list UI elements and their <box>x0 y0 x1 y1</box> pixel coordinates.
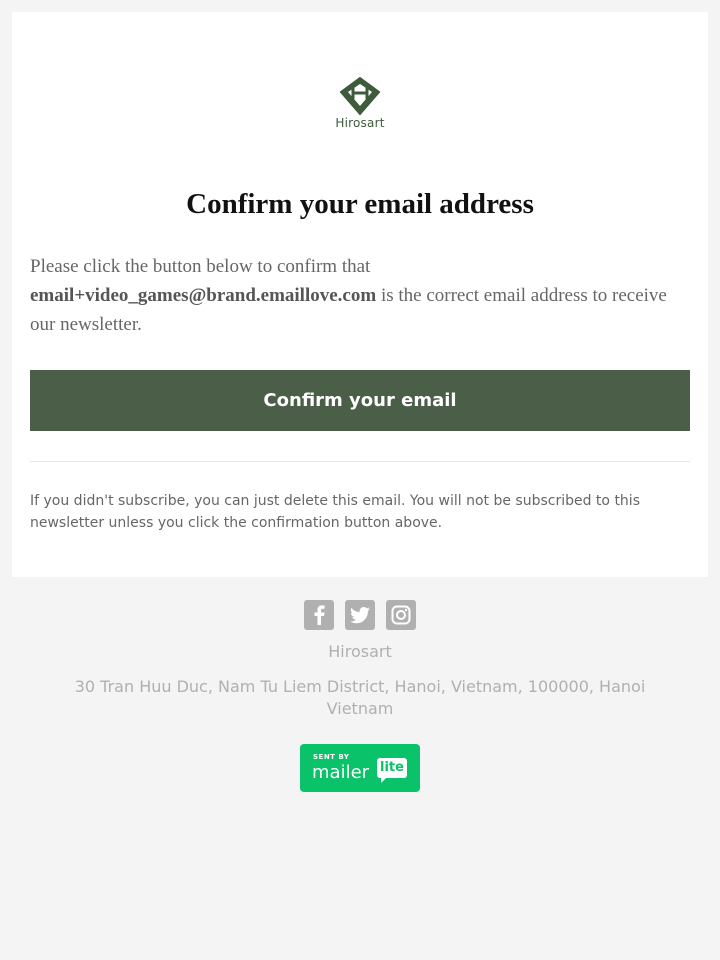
brand-logo[interactable]: Hirosart <box>330 76 390 144</box>
twitter-link[interactable] <box>345 600 375 630</box>
logo-wordmark: Hirosart <box>335 116 385 130</box>
company-address: 30 Tran Huu Duc, Nam Tu Liem District, H… <box>74 677 646 718</box>
mailerlite-badge[interactable]: SENT BY mailer lite <box>300 744 420 792</box>
email-title: Confirm your email address <box>186 188 534 220</box>
email-card: Hirosart Confirm your email address Plea… <box>12 12 708 577</box>
facebook-link[interactable] <box>304 600 334 630</box>
divider <box>30 461 690 462</box>
unsubscribe-note: If you didn't subscribe, you can just de… <box>30 493 640 531</box>
company-name: Hirosart <box>328 642 392 661</box>
confirm-email-button[interactable]: Confirm your email <box>30 370 690 431</box>
twitter-icon <box>350 606 370 623</box>
badge-sent-by: SENT BY <box>313 753 350 761</box>
badge-mailer: mailer <box>312 762 370 783</box>
badge-lite: lite <box>377 758 407 783</box>
social-links <box>0 600 720 630</box>
message-prefix: Please click the button below to confirm… <box>30 256 371 277</box>
email-address: email+video_games@brand.emaillove.com <box>30 285 377 306</box>
instagram-link[interactable] <box>386 600 416 630</box>
confirm-message: Please click the button below to confirm… <box>30 252 692 339</box>
facebook-icon <box>314 605 325 625</box>
hirosart-logo-icon <box>339 76 381 116</box>
footer: Hirosart 30 Tran Huu Duc, Nam Tu Liem Di… <box>0 600 720 792</box>
instagram-icon <box>391 605 411 625</box>
